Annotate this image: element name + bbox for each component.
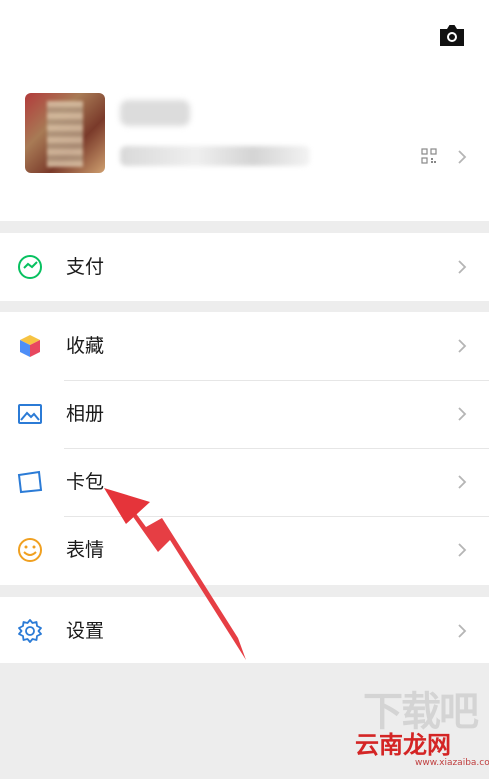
watermark: 下载吧 云南龙网 www.xiazaiba.com bbox=[355, 689, 489, 770]
watermark-top: 下载吧 bbox=[363, 689, 479, 735]
watermark-main: 云南龙网 bbox=[355, 731, 451, 759]
watermark-url: www.xiazaiba.com bbox=[415, 758, 489, 768]
annotation-arrow bbox=[104, 488, 246, 660]
